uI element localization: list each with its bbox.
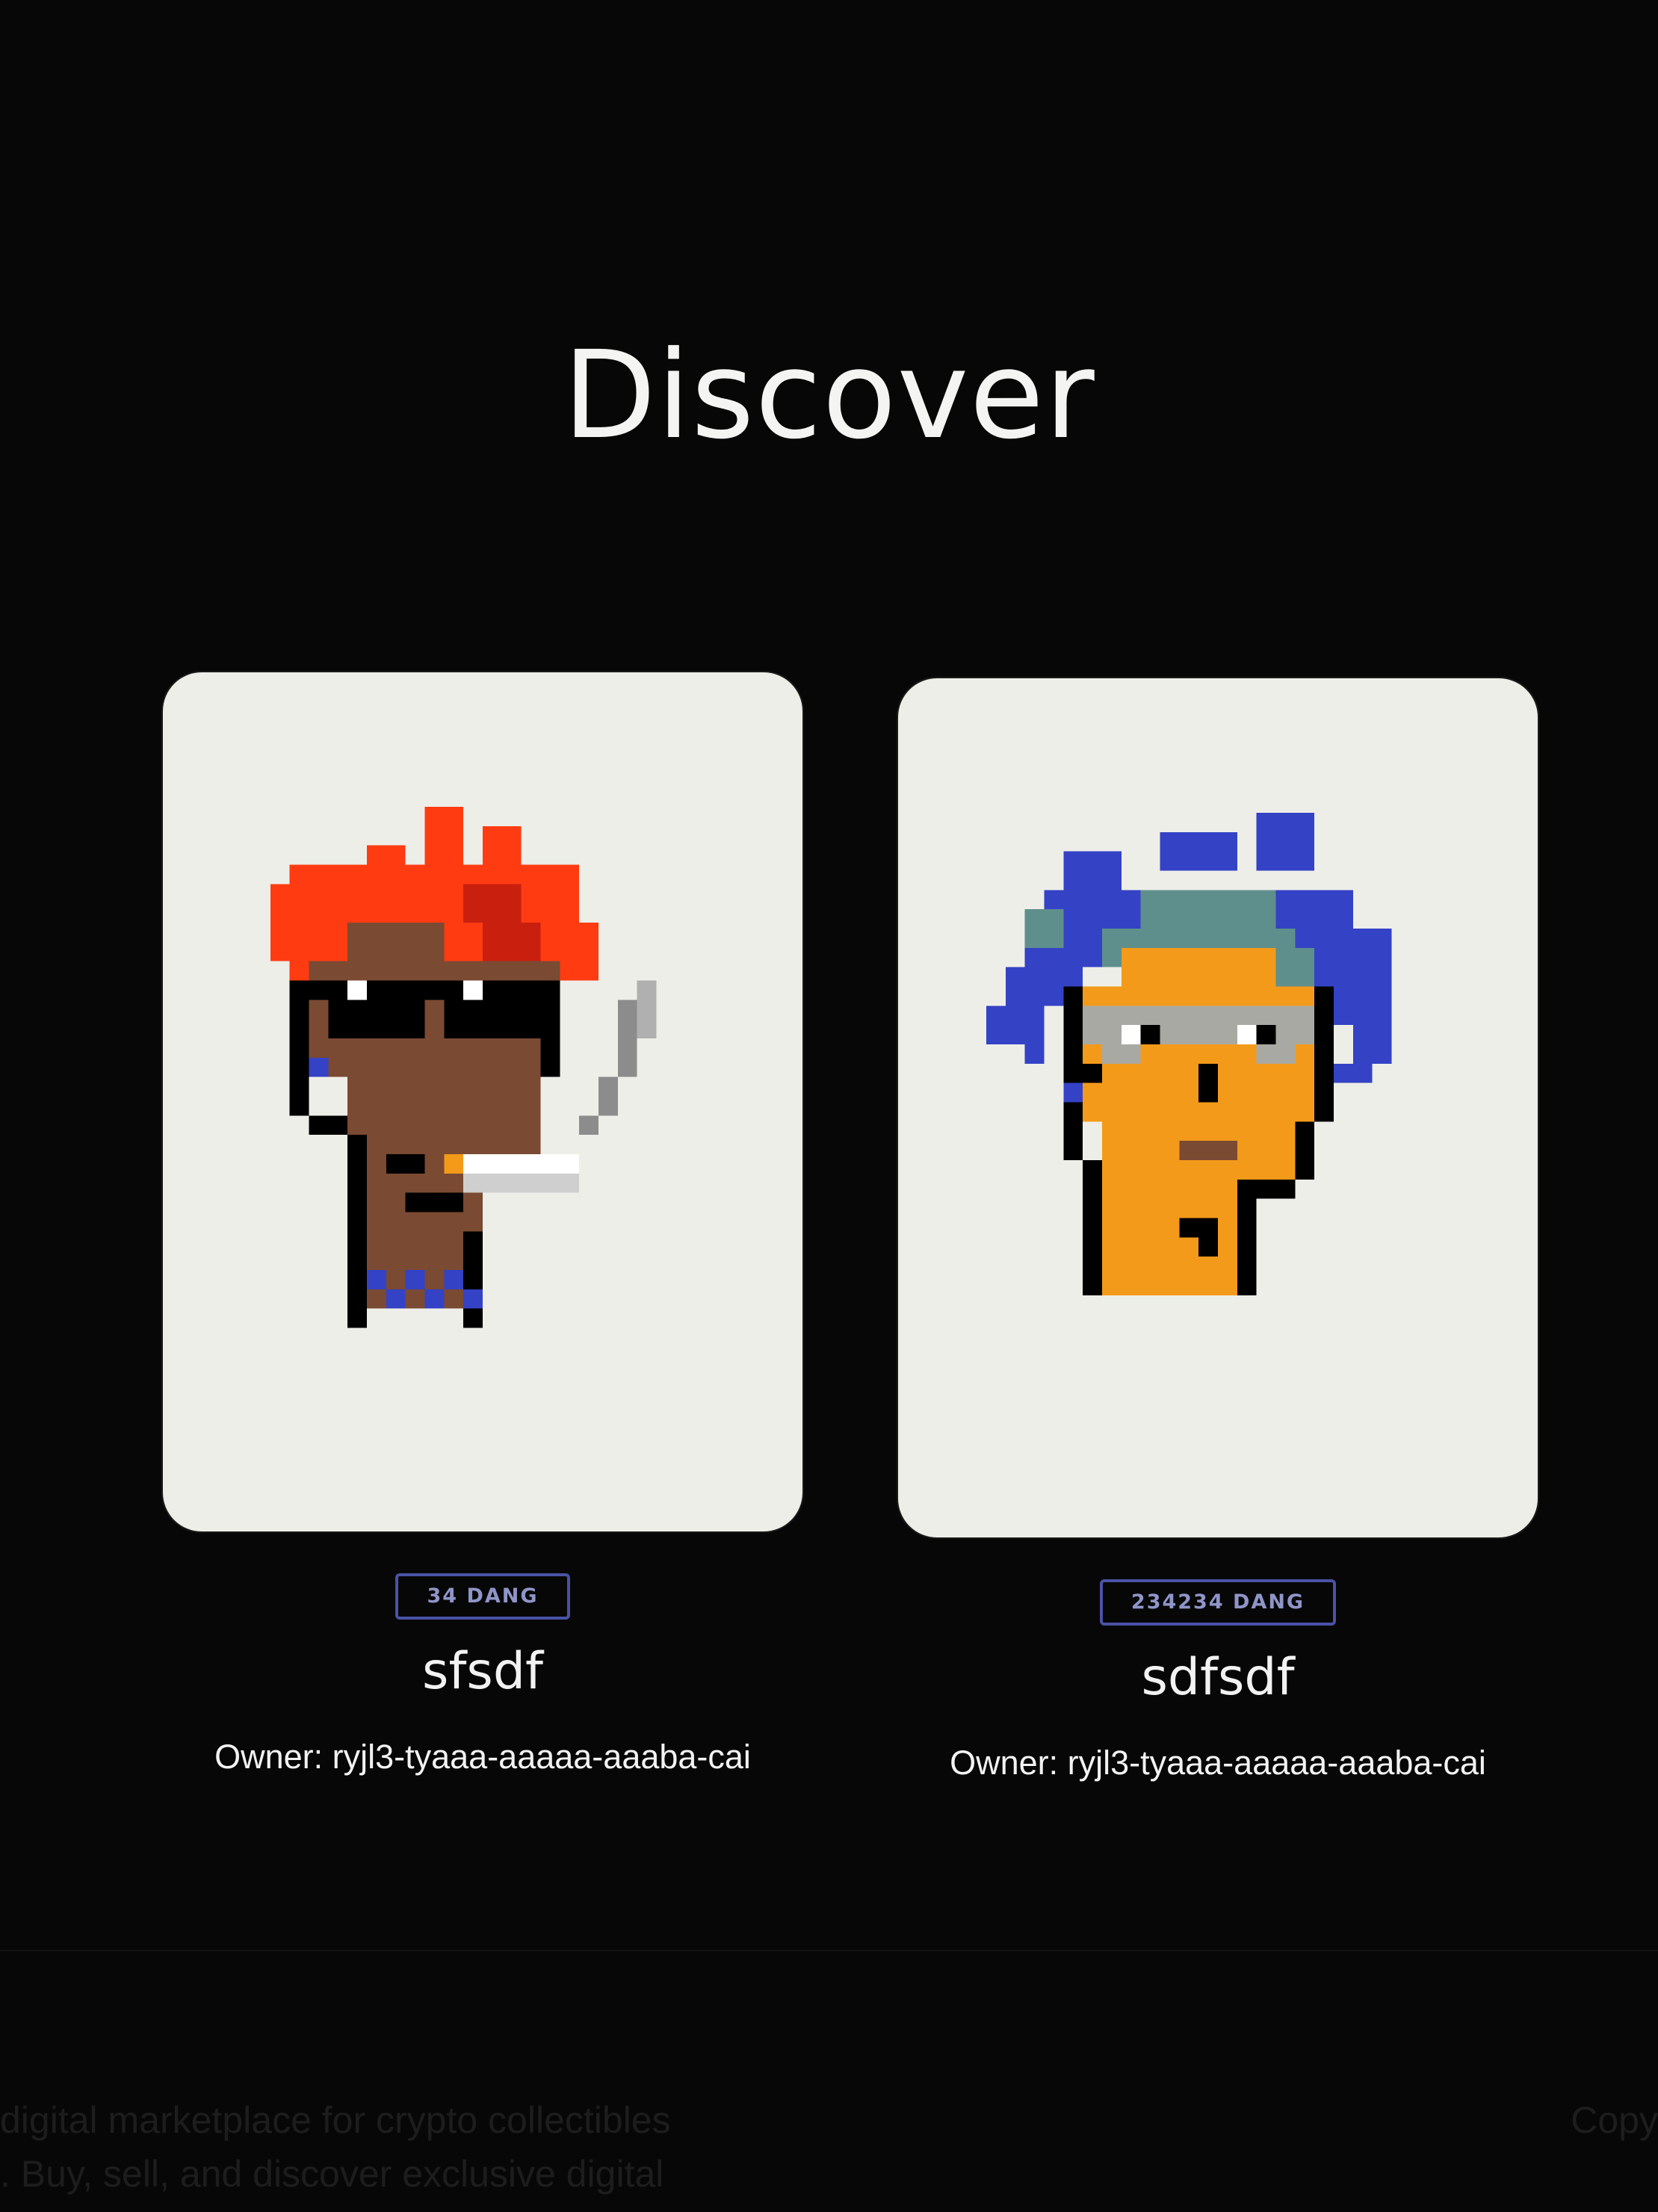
pixel-punk-blue-hair-icon bbox=[986, 813, 1392, 1295]
owner-address: Owner: ryjl3-tyaaa-aaaaa-aaaba-cai bbox=[214, 1738, 751, 1776]
nft-name[interactable]: sdfsdf bbox=[898, 1646, 1538, 1709]
footer-tagline-line2: . Buy, sell, and discover exclusive digi… bbox=[0, 2153, 664, 2195]
owner-address: Owner: ryjl3-tyaaa-aaaaa-aaaba-cai bbox=[950, 1744, 1486, 1782]
footer-tagline-line1: digital marketplace for crypto collectib… bbox=[0, 2099, 671, 2141]
nft-image[interactable] bbox=[163, 672, 802, 1531]
nft-name[interactable]: sfsdf bbox=[163, 1641, 802, 1703]
footer-tagline: digital marketplace for crypto collectib… bbox=[0, 2093, 852, 2201]
footer: digital marketplace for crypto collectib… bbox=[0, 1950, 1658, 2212]
nft-image[interactable] bbox=[898, 678, 1538, 1537]
pixel-punk-red-hair-smoking-icon bbox=[270, 807, 657, 1328]
price-badge: 34 DANG bbox=[395, 1573, 570, 1620]
page-title: Discover bbox=[563, 326, 1095, 466]
footer-copyright: Copy bbox=[1571, 2099, 1658, 2141]
price-badge: 234234 DANG bbox=[1099, 1579, 1337, 1626]
nft-card[interactable]: 34 DANG sfsdf Owner: ryjl3-tyaaa-aaaaa-a… bbox=[163, 672, 805, 1781]
nft-card[interactable]: 234234 DANG sdfsdf Owner: ryjl3-tyaaa-aa… bbox=[898, 678, 1541, 1787]
